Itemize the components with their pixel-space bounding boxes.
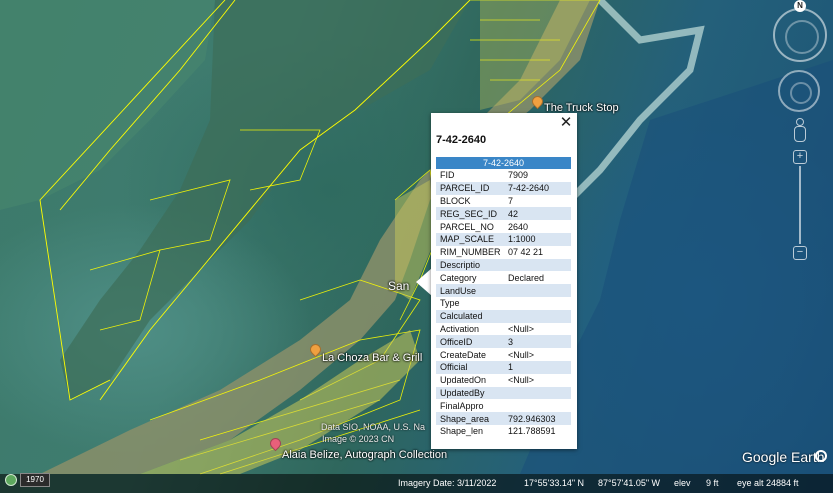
map-imagery xyxy=(0,0,833,475)
longitude-readout: 87°57'41.05" W xyxy=(598,478,661,488)
attribute-key: UpdatedBy xyxy=(436,386,504,400)
attribute-row: Category Declared xyxy=(436,271,571,284)
attribute-key: Activation xyxy=(440,323,480,334)
attribute-row: Activation <Null> xyxy=(436,323,571,336)
street-view-pegman-icon[interactable] xyxy=(793,118,806,142)
attribute-key: Calculated xyxy=(436,309,504,323)
google-earth-logo: Google Earth xyxy=(742,449,825,465)
attribute-value: <Null> xyxy=(508,375,535,386)
attribute-value xyxy=(504,284,571,297)
elevation-value: 9 ft xyxy=(706,478,719,488)
attribute-row: Shape_area 792.946303 xyxy=(436,412,571,425)
attribution-line-1: Data SIO, NOAA, U.S. Na xyxy=(321,422,426,432)
attribution-line-2: Image © 2023 CN xyxy=(322,434,395,444)
attribute-key: Category xyxy=(440,272,477,283)
attribute-key: Descriptio xyxy=(436,258,504,272)
imagery-date: Imagery Date: 3/11/2022 xyxy=(398,478,497,488)
attribute-key: PARCEL_NO xyxy=(440,221,494,232)
attribute-key: OfficeID xyxy=(436,335,504,349)
elevation-label: elev xyxy=(674,478,691,488)
zoom-track[interactable] xyxy=(799,166,801,244)
place-label-alaia[interactable]: Alaia Belize, Autograph Collection xyxy=(282,449,447,461)
place-label-san[interactable]: San xyxy=(388,279,409,293)
eye-altitude: eye alt 24884 ft xyxy=(737,478,799,488)
attribute-value: <Null> xyxy=(508,323,535,334)
attribute-row: PARCEL_NO 2640 xyxy=(436,220,571,233)
attribute-key: Shape_area xyxy=(436,412,504,425)
historical-imagery-button[interactable]: 1970 xyxy=(20,473,50,487)
popup-pointer xyxy=(416,268,432,296)
attribute-value: 7-42-2640 xyxy=(504,181,571,195)
attribute-value: 7 xyxy=(508,195,514,206)
north-indicator[interactable]: N xyxy=(794,0,806,12)
attribute-value: 1 xyxy=(504,360,571,374)
attribute-key: Official xyxy=(436,360,504,374)
zoom-in-icon[interactable]: + xyxy=(793,150,807,164)
attribute-key: PARCEL_ID xyxy=(436,181,504,195)
zoom-out-icon[interactable]: − xyxy=(793,246,807,260)
attribute-value: 7909 xyxy=(508,170,529,181)
attribute-value xyxy=(504,399,571,412)
attribute-value: <Null> xyxy=(508,349,535,360)
attribute-row: BLOCK 7 xyxy=(436,195,571,208)
attribute-value xyxy=(504,386,571,400)
attribute-value: 3 xyxy=(504,335,571,349)
navigation-controls: N + − xyxy=(771,0,829,262)
layers-toggle-icon[interactable] xyxy=(815,450,827,462)
attribute-table: 7-42-2640 FID 7909 PARCEL_ID 7-42-2640 BLOCK… xyxy=(436,157,571,438)
latitude-readout: 17°55'33.14" N xyxy=(524,478,585,488)
attribute-key: Type xyxy=(440,298,460,309)
attribute-row: LandUse xyxy=(436,284,571,297)
attribute-value xyxy=(504,258,571,272)
attribute-value xyxy=(504,309,571,323)
compass-ring-icon[interactable] xyxy=(773,8,827,62)
attribute-value: 1:1000 xyxy=(504,232,571,246)
attribute-key: FinalAppro xyxy=(440,400,484,411)
attribute-row: OfficeID 3 xyxy=(436,335,571,349)
attribute-row: UpdatedOn <Null> xyxy=(436,374,571,387)
attribute-row: UpdatedBy xyxy=(436,386,571,400)
attribute-row: Descriptio xyxy=(436,258,571,272)
attribute-row: REG_SEC_ID 42 xyxy=(436,207,571,221)
satellite-map[interactable]: The Truck Stop La Choza Bar & Grill Alai… xyxy=(0,0,833,493)
attribute-row: Calculated xyxy=(436,309,571,323)
attribute-row: Shape_len 121.788591 xyxy=(436,425,571,438)
attribute-key: LandUse xyxy=(436,284,504,297)
popup-title: 7-42-2640 xyxy=(436,134,487,146)
attribute-key: REG_SEC_ID xyxy=(436,207,504,221)
close-icon[interactable]: ✕ xyxy=(559,115,573,130)
attribute-key: FID xyxy=(440,170,455,181)
zoom-slider[interactable]: + − xyxy=(793,150,807,260)
historical-imagery-icon[interactable] xyxy=(5,474,17,486)
attribute-row: Official 1 xyxy=(436,360,571,374)
attribute-table-header: 7-42-2640 xyxy=(436,157,571,169)
attribute-row: RIM_NUMBER 07 42 21 xyxy=(436,246,571,259)
attribute-row: Type xyxy=(436,297,571,310)
look-joystick-icon[interactable] xyxy=(778,70,820,112)
attribute-value: 42 xyxy=(504,207,571,221)
attribute-key: UpdatedOn xyxy=(440,375,487,386)
attribute-key: Shape_len xyxy=(440,426,484,437)
attribute-key: MAP_SCALE xyxy=(436,232,504,246)
attribute-value: 07 42 21 xyxy=(508,247,544,258)
parcel-info-popup: ✕ 7-42-2640 7-42-2640 FID 7909 PARCEL_ID 7-… xyxy=(431,113,577,449)
attribute-value: 2640 xyxy=(508,221,529,232)
attribute-row: FinalAppro xyxy=(436,399,571,412)
attribute-key: CreateDate xyxy=(440,349,487,360)
attribute-row: PARCEL_ID 7-42-2640 xyxy=(436,181,571,195)
attribute-key: BLOCK xyxy=(440,195,471,206)
attribute-value: 121.788591 xyxy=(508,426,556,437)
attribute-value: Declared xyxy=(508,272,545,283)
attribute-row: MAP_SCALE 1:1000 xyxy=(436,232,571,246)
attribute-key: RIM_NUMBER xyxy=(440,247,501,258)
attribute-row: CreateDate <Null> xyxy=(436,348,571,361)
attribute-value: 792.946303 xyxy=(504,412,571,425)
place-label-la-choza[interactable]: La Choza Bar & Grill xyxy=(322,352,422,364)
attribute-value xyxy=(504,297,571,310)
attribute-row: FID 7909 xyxy=(436,169,571,182)
